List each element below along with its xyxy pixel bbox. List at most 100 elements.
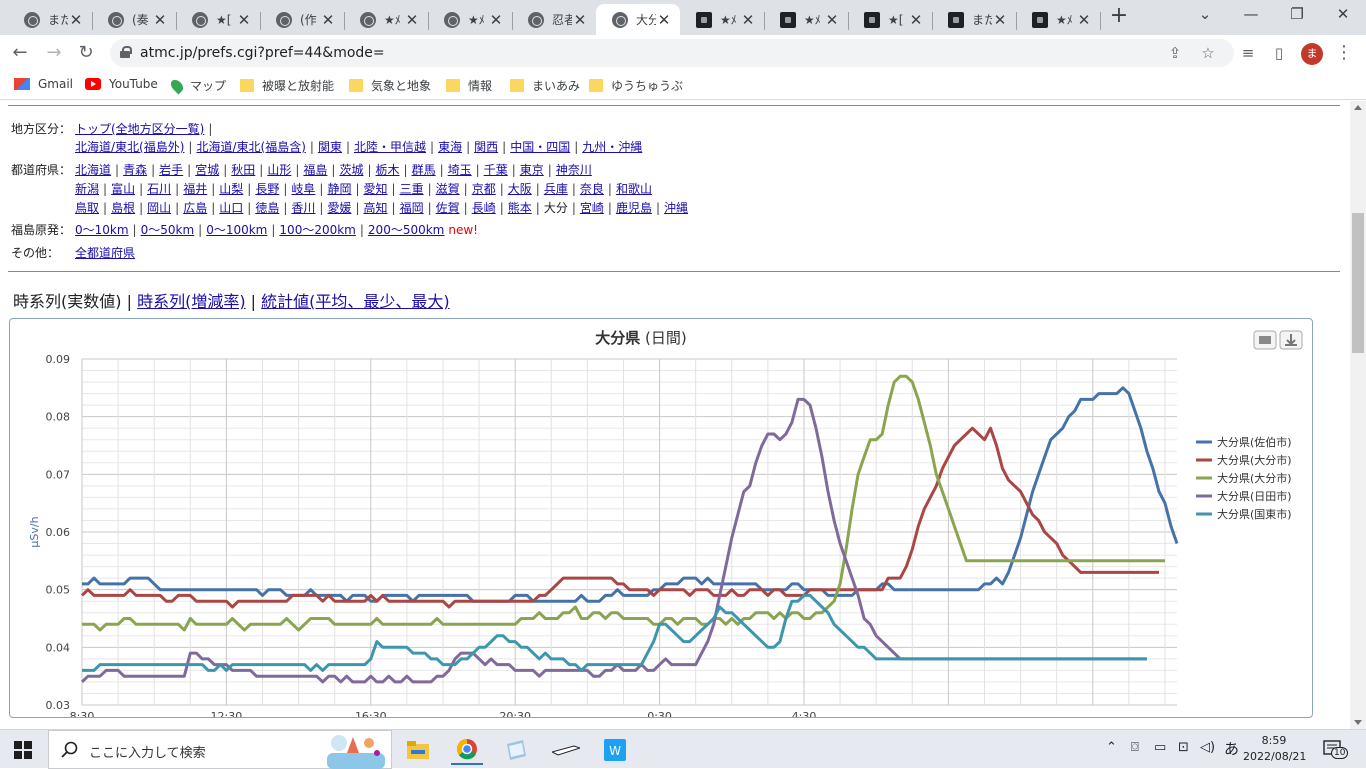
pref-link[interactable]: 和歌山: [616, 182, 652, 196]
pref-link[interactable]: 鹿児島: [616, 201, 652, 215]
pref-link[interactable]: 香川: [291, 201, 315, 215]
pref-link[interactable]: 埼玉: [448, 163, 472, 177]
pref-link[interactable]: 石川: [147, 182, 171, 196]
tab-close-icon[interactable]: ✕: [824, 11, 840, 29]
scroll-down-icon[interactable]: [1354, 720, 1362, 725]
share-icon[interactable]: ⇪: [1165, 43, 1185, 63]
chrome-icon[interactable]: [451, 734, 483, 765]
lock-icon[interactable]: [120, 46, 132, 58]
tab-close-icon[interactable]: ✕: [908, 11, 924, 29]
region-link[interactable]: 東海: [438, 140, 462, 154]
pref-link[interactable]: 秋田: [231, 163, 255, 177]
clock[interactable]: 8:59 2022/08/21: [1243, 733, 1306, 765]
scrollbar-thumb[interactable]: [1352, 213, 1364, 353]
browser-tab[interactable]: ★ﾒ ✕: [344, 4, 428, 35]
bookmark-item[interactable]: YouTube: [85, 77, 158, 91]
pref-link[interactable]: 奈良: [580, 182, 604, 196]
new-tab-button[interactable]: +: [1108, 5, 1130, 28]
tab-close-icon[interactable]: ✕: [236, 11, 252, 29]
pref-link[interactable]: 群馬: [412, 163, 436, 177]
forward-button[interactable]: →: [40, 39, 68, 67]
minimize-button[interactable]: —: [1228, 0, 1274, 30]
pref-link[interactable]: 鳥取: [75, 201, 99, 215]
tray-expand-icon[interactable]: ⌃: [1106, 740, 1117, 755]
tab-close-icon[interactable]: ✕: [68, 11, 84, 29]
close-window-button[interactable]: ✕: [1320, 0, 1366, 30]
browser-tab[interactable]: ★ﾒ ✕: [764, 4, 848, 35]
browser-tab[interactable]: ★ﾒ ✕: [680, 4, 764, 35]
all-prefs-link[interactable]: 全都道府県: [75, 246, 135, 260]
fukushima-link[interactable]: 200〜500km: [368, 223, 444, 237]
bookmark-item[interactable]: ゆうちゅうぶ: [589, 77, 683, 94]
view-rate-link[interactable]: 時系列(増減率): [137, 292, 246, 311]
tab-close-icon[interactable]: ✕: [740, 11, 756, 29]
tab-close-icon[interactable]: ✕: [152, 11, 168, 29]
pref-link[interactable]: 青森: [123, 163, 147, 177]
browser-tab[interactable]: 忍者 ✕: [512, 4, 596, 35]
browser-tab[interactable]: ★ﾒ ✕: [428, 4, 512, 35]
volume-icon[interactable]: ◁): [1200, 740, 1215, 755]
tab-close-icon[interactable]: ✕: [992, 11, 1008, 29]
pref-link[interactable]: 北海道: [75, 163, 111, 177]
pref-link[interactable]: 神奈川: [556, 163, 592, 177]
pref-link[interactable]: 滋賀: [436, 182, 460, 196]
browser-tab[interactable]: また ✕: [932, 4, 1016, 35]
windows-start-icon[interactable]: [14, 741, 32, 759]
pref-link[interactable]: 長野: [255, 182, 279, 196]
browser-tab[interactable]: ★ﾒ ✕: [1016, 4, 1100, 35]
word-app-icon[interactable]: W: [599, 734, 631, 765]
pref-link[interactable]: 栃木: [376, 163, 400, 177]
browser-tab[interactable]: 大分 ✕: [596, 4, 680, 35]
region-link[interactable]: 中国・四国: [510, 140, 570, 154]
pref-link[interactable]: 福岡: [400, 201, 424, 215]
region-link[interactable]: 北海道/東北(福島外): [75, 140, 184, 154]
fukushima-link[interactable]: 0〜10km: [75, 223, 129, 237]
ime-indicator[interactable]: あ: [1224, 738, 1239, 759]
bookmark-item[interactable]: Gmail: [14, 77, 73, 91]
region-link[interactable]: 関西: [474, 140, 498, 154]
pref-link[interactable]: 富山: [111, 182, 135, 196]
camera-icon[interactable]: ⌼: [1131, 740, 1139, 755]
region-link[interactable]: 北陸・甲信越: [354, 140, 426, 154]
pref-link[interactable]: 長崎: [472, 201, 496, 215]
side-panel-icon[interactable]: ▯: [1268, 43, 1290, 65]
pref-link[interactable]: 千葉: [484, 163, 508, 177]
pref-link[interactable]: 三重: [400, 182, 424, 196]
pref-link[interactable]: 岩手: [159, 163, 183, 177]
browser-tab[interactable]: ★[✕: [848, 4, 932, 35]
notepad-icon[interactable]: [500, 734, 532, 765]
fukushima-link[interactable]: 0〜100km: [206, 223, 267, 237]
pref-link[interactable]: 広島: [183, 201, 207, 215]
battery-icon[interactable]: ▭: [1154, 740, 1166, 755]
pref-link[interactable]: 東京: [520, 163, 544, 177]
app-pen-icon[interactable]: [550, 734, 582, 765]
browser-tab[interactable]: (作 ✕: [260, 4, 344, 35]
tab-close-icon[interactable]: ✕: [320, 11, 336, 29]
pref-link[interactable]: 茨城: [339, 163, 363, 177]
address-bar[interactable]: atmc.jp/prefs.cgi?pref=44&mode= ⇪ ☆: [110, 39, 1234, 67]
pref-link[interactable]: 高知: [364, 201, 388, 215]
pref-link[interactable]: 島根: [111, 201, 135, 215]
restore-button[interactable]: ❐: [1274, 0, 1320, 30]
tab-close-icon[interactable]: ✕: [572, 11, 588, 29]
browser-tab[interactable]: (奏 ✕: [92, 4, 176, 35]
pref-link[interactable]: 岐阜: [291, 182, 315, 196]
reload-button[interactable]: ↻: [72, 39, 100, 67]
menu-icon[interactable]: ⋮: [1333, 43, 1355, 65]
pref-link[interactable]: 山形: [267, 163, 291, 177]
region-top-link[interactable]: トップ(全地方区分一覧): [75, 122, 204, 136]
back-button[interactable]: ←: [6, 39, 34, 67]
media-control-icon[interactable]: ≡: [1237, 43, 1259, 65]
pref-link[interactable]: 兵庫: [544, 182, 568, 196]
pref-link[interactable]: 大阪: [508, 182, 532, 196]
pref-link[interactable]: 福島: [303, 163, 327, 177]
bookmark-item[interactable]: マップ: [168, 77, 226, 94]
tab-close-icon[interactable]: ✕: [404, 11, 420, 29]
scroll-up-icon[interactable]: [1354, 105, 1362, 110]
region-link[interactable]: 九州・沖縄: [582, 140, 642, 154]
bookmark-item[interactable]: 被曝と放射能: [240, 77, 334, 94]
fukushima-link[interactable]: 0〜50km: [141, 223, 195, 237]
taskbar-search-box[interactable]: ここに入力して検索: [48, 730, 392, 769]
scrollbar[interactable]: [1350, 101, 1366, 729]
region-link[interactable]: 北海道/東北(福島含): [196, 140, 305, 154]
